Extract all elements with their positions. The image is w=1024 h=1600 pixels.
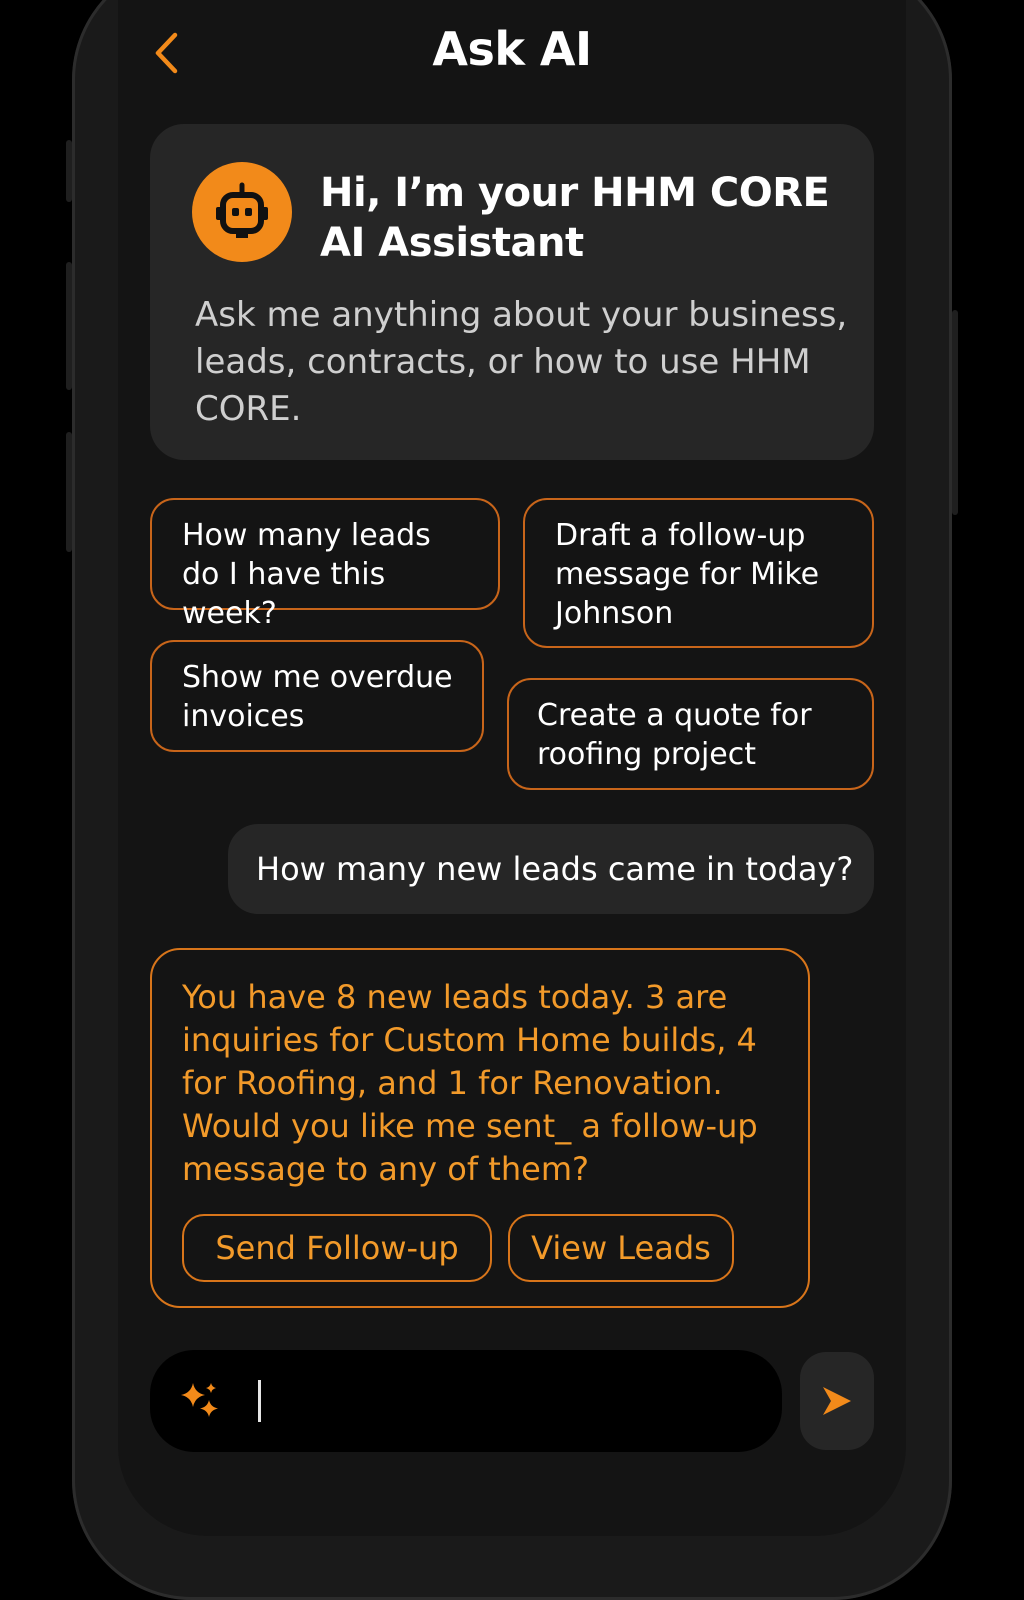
send-follow-up-button[interactable]: Send Follow-up [182,1214,492,1282]
user-message-bubble: How many new leads came in today? [228,824,874,914]
suggestion-chip-roofing-quote[interactable]: Create a quote for roofing project [507,678,874,790]
header: Ask AI [118,0,906,110]
message-composer [150,1350,782,1452]
suggestion-chip-label: How many leads do I have this week? [182,518,431,631]
suggestion-chip-leads-this-week[interactable]: How many leads do I have this week? [150,498,500,631]
welcome-title: Hi, I’m your HHM CORE AI Assistant [320,170,830,266]
phone-volume-up-button [66,262,72,390]
send-button[interactable] [800,1352,874,1450]
app-screen: Ask AI Hi, I’m your HHM CORE AI Assistan… [118,0,906,1536]
suggestion-chip-label: Draft a follow-up message for Mike Johns… [555,518,820,631]
assistant-avatar [192,162,292,262]
phone-power-button [952,310,958,515]
page-title: Ask AI [432,22,592,76]
text-cursor [258,1380,261,1422]
welcome-card: Hi, I’m your HHM CORE AI Assistant Ask m… [150,124,874,460]
suggestion-chip-overdue-invoices[interactable]: Show me overdue invoices [150,640,484,752]
ai-response-text: You have 8 new leads today. 3 are inquir… [182,978,758,1188]
phone-side-button [66,140,72,202]
sparkle-icon [181,1383,218,1417]
suggestion-chip-label: Show me overdue invoices [182,660,453,734]
robot-icon [216,182,268,238]
suggestion-chip-draft-follow-up[interactable]: Draft a follow-up message for Mike Johns… [523,498,874,648]
send-arrow-icon [823,1387,851,1415]
suggestion-chip-label: Create a quote for roofing project [537,698,812,772]
welcome-description: Ask me anything about your business, lea… [195,295,848,429]
ai-response-bubble: You have 8 new leads today. 3 are inquir… [150,948,810,1308]
phone-volume-down-button [66,432,72,552]
message-input[interactable] [266,1372,750,1432]
view-leads-button[interactable]: View Leads [508,1214,734,1282]
